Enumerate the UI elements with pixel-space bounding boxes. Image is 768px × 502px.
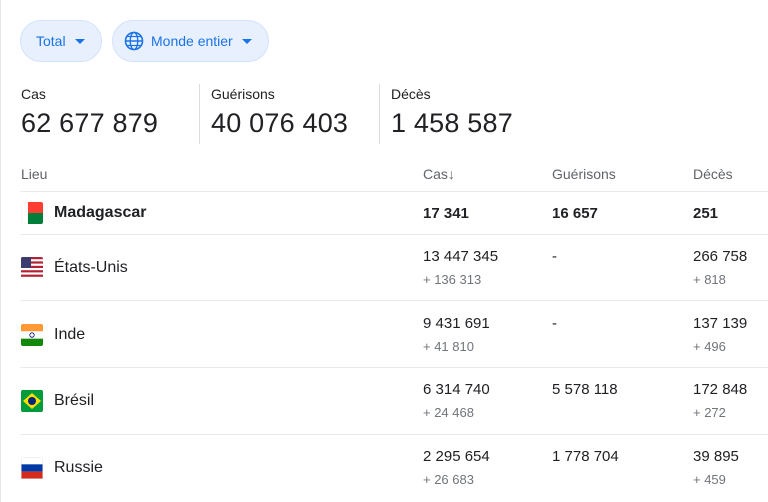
deaths-value: 137 139 xyxy=(693,315,748,332)
dropdown-caret-icon xyxy=(241,38,252,44)
russia-flag xyxy=(21,457,43,479)
deaths-delta: + 459 xyxy=(693,472,726,487)
cases-delta: + 136 313 xyxy=(423,272,482,287)
summary-value: 40 076 403 xyxy=(211,108,349,138)
madagascar-flag xyxy=(21,202,43,224)
recovered-value: 16 657 xyxy=(552,205,598,222)
summary-cases: Cas 62 677 879 xyxy=(21,86,158,139)
deaths-value: 39 895 xyxy=(693,448,739,465)
deaths-delta: + 496 xyxy=(693,339,726,354)
covid-stats-panel: Total Monde entier Cas 62 677 879 Guéris… xyxy=(0,0,768,502)
country-name: Inde xyxy=(54,326,86,343)
deaths-delta: + 272 xyxy=(693,405,726,420)
usa-flag xyxy=(21,257,43,279)
recovered-value: - xyxy=(552,315,557,332)
divider xyxy=(20,300,768,301)
cases-delta: + 26 683 xyxy=(423,472,474,487)
recovered-value: - xyxy=(552,248,557,265)
deaths-delta: + 818 xyxy=(693,272,726,287)
country-name: Madagascar xyxy=(54,204,147,221)
country-name: Brésil xyxy=(54,392,95,409)
summary-value: 1 458 587 xyxy=(391,108,513,138)
region-filter-chip[interactable]: Monde entier xyxy=(112,20,269,62)
recovered-value: 1 778 704 xyxy=(552,448,619,465)
cases-delta: + 41 810 xyxy=(423,339,474,354)
divider xyxy=(20,434,768,435)
divider xyxy=(20,367,768,368)
header-cases-label: Cas xyxy=(423,166,448,182)
country-name: Russie xyxy=(54,459,103,476)
stat-divider xyxy=(199,84,200,144)
sort-arrow-icon: ↓ xyxy=(447,166,455,182)
cases-value: 17 341 xyxy=(423,205,469,222)
dropdown-caret-icon xyxy=(74,38,85,44)
recovered-value: 5 578 118 xyxy=(552,381,618,398)
deaths-value: 172 848 xyxy=(693,381,748,398)
globe-icon xyxy=(124,31,144,51)
summary-value: 62 677 879 xyxy=(21,108,159,138)
cases-value: 13 447 345 xyxy=(423,248,499,265)
deaths-value: 251 xyxy=(693,205,719,222)
header-cases[interactable]: Cas↓ xyxy=(423,166,455,182)
divider xyxy=(20,234,768,235)
divider xyxy=(20,191,768,192)
summary-label: Guérisons xyxy=(211,86,275,102)
cases-value: 9 431 691 xyxy=(423,315,490,332)
deaths-value: 266 758 xyxy=(693,248,748,265)
cases-value: 6 314 740 xyxy=(423,381,490,398)
header-deaths[interactable]: Décès xyxy=(693,166,733,182)
country-name: États-Unis xyxy=(54,259,128,276)
summary-label: Décès xyxy=(391,86,431,102)
header-recovered[interactable]: Guérisons xyxy=(552,166,616,182)
india-flag xyxy=(21,324,43,346)
summary-recovered: Guérisons 40 076 403 xyxy=(211,86,348,139)
cases-delta: + 24 468 xyxy=(423,405,474,420)
region-filter-label: Monde entier xyxy=(151,33,233,49)
total-filter-label: Total xyxy=(36,33,66,49)
summary-deaths: Décès 1 458 587 xyxy=(391,86,513,139)
total-filter-chip[interactable]: Total xyxy=(20,20,102,62)
cases-value: 2 295 654 xyxy=(423,448,490,465)
summary-label: Cas xyxy=(21,86,46,102)
brazil-flag xyxy=(21,390,43,412)
stat-divider xyxy=(379,84,380,144)
header-place: Lieu xyxy=(21,166,48,182)
